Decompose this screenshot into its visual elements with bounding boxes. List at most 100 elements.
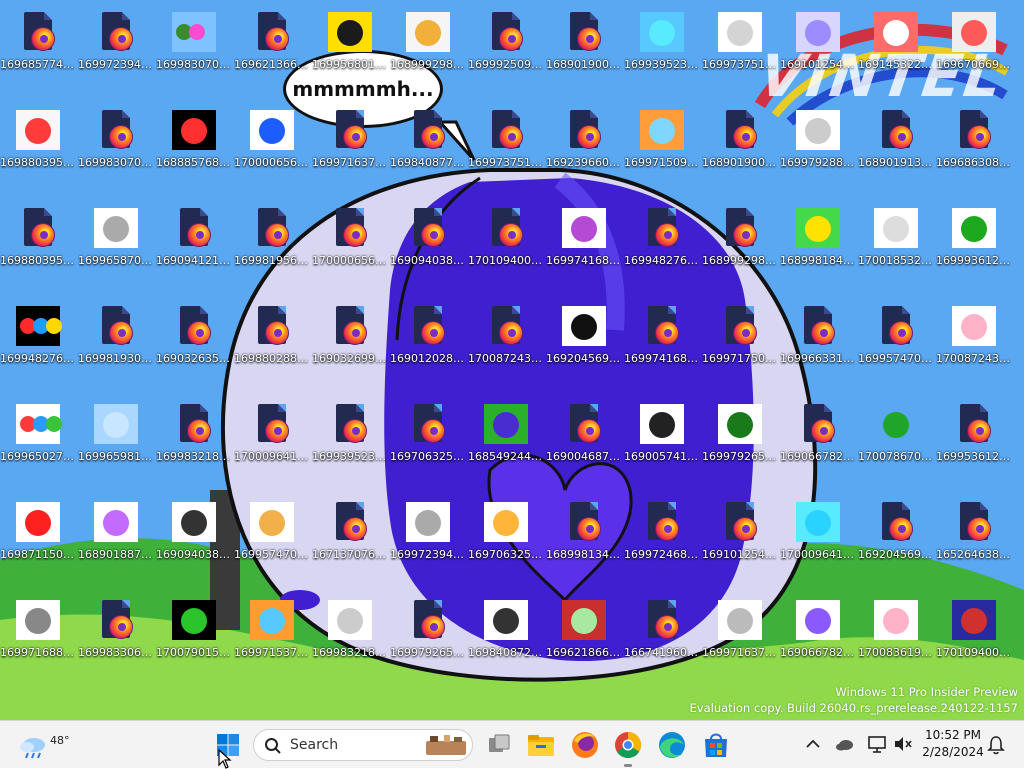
desktop-file-icon[interactable]: 1699568019... (312, 2, 388, 86)
desktop-file-icon[interactable]: 1690046878... (546, 394, 622, 478)
desktop-file-icon[interactable]: 1690941213... (156, 198, 232, 282)
taskbar-clock[interactable]: 10:52 PM 2/28/2024 (918, 727, 988, 761)
network-icon[interactable] (867, 734, 887, 754)
desktop-file-icon[interactable]: 1698408771... (390, 100, 466, 184)
desktop-file-icon[interactable]: 1697063258... (390, 394, 466, 478)
desktop-file-icon[interactable]: 1699819309... (78, 296, 154, 380)
desktop-file-icon[interactable]: 1699716374... (702, 590, 778, 674)
desktop-file-icon[interactable]: 1690120281... (390, 296, 466, 380)
desktop-file-icon[interactable]: 1699716881... (0, 590, 76, 674)
desktop-file-icon[interactable]: 1699925093... (468, 2, 544, 86)
desktop-file-icon[interactable]: 1699723948... (78, 2, 154, 86)
desktop-file-icon[interactable]: 1689019000... (546, 2, 622, 86)
desktop-file-icon[interactable]: 1699936124... (936, 198, 1012, 282)
desktop-file-icon[interactable]: 1692045690... (546, 296, 622, 380)
desktop-file-icon[interactable]: 1696213666... (234, 2, 310, 86)
desktop-file-icon[interactable]: 1699724686... (624, 492, 700, 576)
desktop-file-icon[interactable]: 1699663312... (780, 296, 856, 380)
desktop-file-icon[interactable]: 1699833067... (78, 590, 154, 674)
desktop-file-icon[interactable]: 1697063258... (468, 492, 544, 576)
desktop-file-icon[interactable]: 1700790152... (156, 590, 232, 674)
desktop-file-icon[interactable]: 1700096414... (780, 492, 856, 576)
desktop-file-icon[interactable]: 1699716374... (312, 100, 388, 184)
edge-taskbar-icon[interactable] (656, 729, 688, 761)
desktop-file-icon[interactable]: 1699650276... (0, 394, 76, 478)
desktop-file-icon[interactable]: 1700786703... (858, 394, 934, 478)
desktop-file-icon[interactable]: 1692396601... (546, 100, 622, 184)
desktop-file-icon[interactable]: 1699395236... (624, 2, 700, 86)
desktop-file-icon[interactable]: 1699819567... (234, 198, 310, 282)
desktop-file-icon[interactable]: 1696218666... (546, 590, 622, 674)
desktop-file-icon[interactable]: 1699574709... (858, 296, 934, 380)
desktop-file-icon[interactable]: 1689992981... (390, 2, 466, 86)
desktop-file-icon[interactable]: 1701094006... (468, 198, 544, 282)
desktop-file-icon[interactable]: 1699723948... (390, 492, 466, 576)
desktop-file-icon[interactable]: 1699832183... (312, 590, 388, 674)
desktop-file-icon[interactable]: 1699741682... (546, 198, 622, 282)
file-explorer-icon[interactable] (525, 729, 557, 761)
desktop-file-icon[interactable]: 1701094006... (936, 590, 1012, 674)
desktop-file-icon[interactable]: 1690667822... (780, 394, 856, 478)
desktop-file-icon[interactable]: 1699574709... (234, 492, 310, 576)
desktop-file-icon[interactable]: 1689018879... (78, 492, 154, 576)
desktop-file-icon[interactable]: 1700185321... (858, 198, 934, 282)
desktop-file-icon[interactable]: 1700872435... (936, 296, 1012, 380)
desktop-file-icon[interactable]: 1699658700... (78, 198, 154, 282)
desktop-file-icon[interactable]: 1696857749... (0, 2, 76, 86)
desktop-file-icon[interactable]: 1699717507... (702, 296, 778, 380)
desktop-file-icon[interactable]: 1696706694... (936, 2, 1012, 86)
desktop-file-icon[interactable]: 1699482768... (0, 296, 76, 380)
desktop-file-icon[interactable]: 1692045690... (858, 492, 934, 576)
desktop-file-icon[interactable]: 1690940381... (156, 492, 232, 576)
desktop-file-icon[interactable]: 1700096414... (234, 394, 310, 478)
desktop-file-icon[interactable]: 1652646381... (936, 492, 1012, 576)
desktop-file-icon[interactable]: 1690326350... (156, 296, 232, 380)
desktop-file-icon[interactable]: 1698408721... (468, 590, 544, 674)
desktop-file-icon[interactable]: 1689981847... (780, 198, 856, 282)
desktop-file-icon[interactable]: 1691012542... (780, 2, 856, 86)
desktop-file-icon[interactable]: 1698711504... (0, 492, 76, 576)
desktop-file-icon[interactable]: 1689992981... (702, 198, 778, 282)
desktop-file-icon[interactable]: 1698803957... (0, 100, 76, 184)
desktop-file-icon[interactable]: 1699741682... (624, 296, 700, 380)
desktop-file-icon[interactable]: 1671370765... (312, 492, 388, 576)
desktop-file-icon[interactable]: 1699792659... (702, 394, 778, 478)
desktop-file-icon[interactable]: 1689019000... (702, 100, 778, 184)
desktop-file-icon[interactable]: 1689981347... (546, 492, 622, 576)
desktop-file-icon[interactable]: 1698803957... (0, 198, 76, 282)
desktop-file-icon[interactable]: 1700006560... (234, 100, 310, 184)
search-box[interactable]: Search (253, 729, 473, 761)
desktop-file-icon[interactable]: 1699737515... (468, 100, 544, 184)
microsoft-store-icon[interactable] (700, 729, 732, 761)
onedrive-cloud-icon[interactable] (835, 735, 855, 753)
desktop-file-icon[interactable]: 1699715378... (234, 590, 310, 674)
weather-widget[interactable]: 48° (18, 730, 70, 760)
volume-muted-icon[interactable] (893, 735, 913, 753)
desktop-file-icon[interactable]: 1699737515... (702, 2, 778, 86)
desktop-file-icon[interactable]: 1699482768... (624, 198, 700, 282)
firefox-taskbar-icon[interactable] (569, 729, 601, 761)
desktop-file-icon[interactable]: 1699830709... (156, 2, 232, 86)
desktop-file-icon[interactable]: 1700872435... (468, 296, 544, 380)
desktop-file-icon[interactable]: 1698802886... (234, 296, 310, 380)
desktop-file-icon[interactable]: 1685492447... (468, 394, 544, 478)
show-hidden-icons-chevron-icon[interactable] (804, 735, 822, 753)
desktop-file-icon[interactable]: 1691453229... (858, 2, 934, 86)
desktop-file-icon[interactable]: 1699792659... (390, 590, 466, 674)
desktop-file-icon[interactable]: 1688857683... (156, 100, 232, 184)
desktop-file-icon[interactable]: 1699792884... (780, 100, 856, 184)
desktop-file-icon[interactable]: 1691012542... (702, 492, 778, 576)
desktop-file-icon[interactable]: 1690940381... (390, 198, 466, 282)
desktop-file-icon[interactable]: 1699830709... (78, 100, 154, 184)
desktop-file-icon[interactable]: 1699395236... (312, 394, 388, 478)
desktop-file-icon[interactable]: 1689019138... (858, 100, 934, 184)
desktop-file-icon[interactable]: 1690057411... (624, 394, 700, 478)
desktop-file-icon[interactable]: 1700836197... (858, 590, 934, 674)
notification-bell-icon[interactable] (987, 735, 1005, 755)
desktop-file-icon[interactable]: 1699715097... (624, 100, 700, 184)
desktop-file-icon[interactable]: 1696863082... (936, 100, 1012, 184)
desktop-file-icon[interactable]: 1699832183... (156, 394, 232, 478)
desktop-file-icon[interactable]: 1667419600... (624, 590, 700, 674)
chrome-taskbar-icon[interactable] (612, 729, 644, 761)
desktop-file-icon[interactable]: 1690326990... (312, 296, 388, 380)
